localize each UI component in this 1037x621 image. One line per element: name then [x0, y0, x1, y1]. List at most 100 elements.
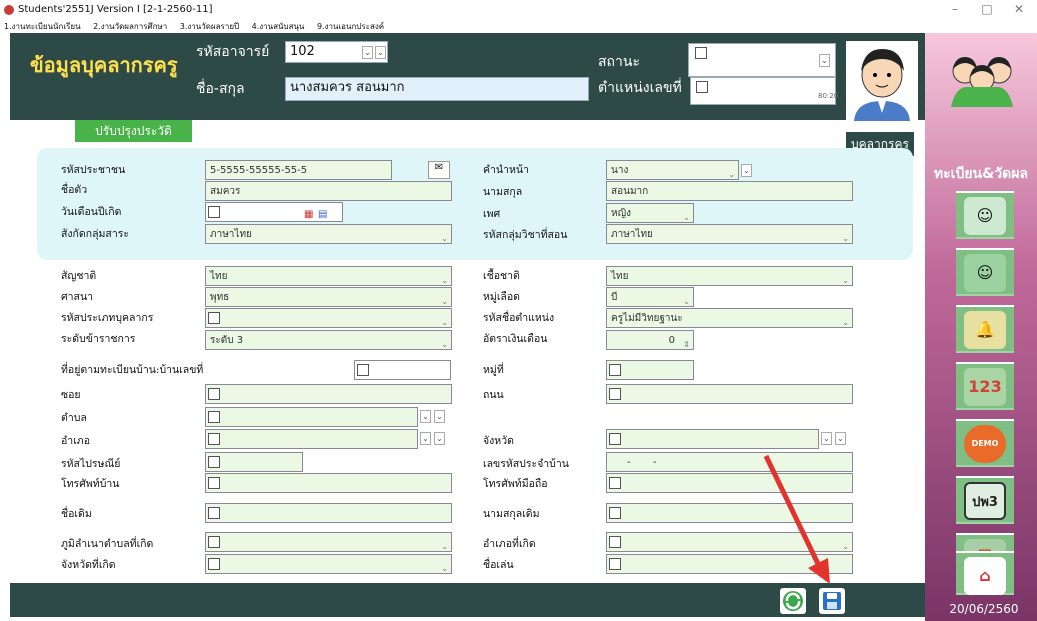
menu-item-assessment[interactable]: 2.งานวัดผลการศึกษา	[93, 22, 167, 31]
chevron-down-icon[interactable]: ⌄	[420, 410, 431, 423]
province-label: จังหวัด	[483, 435, 514, 447]
firstname-input[interactable]: สมควร	[205, 181, 452, 201]
birth-amphoe-checkbox[interactable]	[609, 536, 621, 548]
chevron-down-icon[interactable]: ⌄	[835, 432, 846, 445]
maximize-button[interactable]: □	[972, 2, 1002, 18]
moo-checkbox[interactable]	[609, 364, 621, 376]
chevron-down-icon[interactable]: ⌄	[434, 410, 445, 423]
amphoe-checkbox[interactable]	[208, 433, 220, 445]
teacher-code-value: 102	[290, 44, 315, 59]
subject-group-label: รหัสกลุ่มวิชาที่สอน	[483, 229, 568, 241]
house-number-checkbox[interactable]	[357, 364, 369, 376]
birth-province-select[interactable]: ⌄	[205, 554, 452, 574]
birth-tambon-checkbox[interactable]	[208, 536, 220, 548]
postal-checkbox[interactable]	[208, 456, 220, 468]
menu-item-misc[interactable]: 9.งานเอนกประสงค์	[317, 22, 384, 31]
calendar-icon[interactable]: ▦	[304, 205, 313, 224]
status-select[interactable]: ⌄	[688, 43, 836, 77]
spinner-icon[interactable]: ⇕	[683, 335, 690, 354]
salary-input[interactable]: 0 ⇕	[606, 330, 694, 350]
chevron-down-icon[interactable]: ⌄	[375, 46, 386, 59]
chevron-down-icon[interactable]: ⌄	[441, 335, 448, 354]
position-no-checkbox[interactable]	[696, 81, 708, 93]
chevron-down-icon[interactable]: ⌄	[434, 432, 445, 445]
sidebar-home-button[interactable]: ⌂	[956, 551, 1014, 595]
chevron-down-icon[interactable]: ⌄	[821, 432, 832, 445]
group-icon[interactable]	[947, 49, 1017, 109]
birth-tambon-select[interactable]: ⌄	[205, 532, 452, 552]
minimize-button[interactable]: –	[940, 2, 970, 18]
birth-province-checkbox[interactable]	[208, 558, 220, 570]
home-phone-input[interactable]	[205, 473, 452, 493]
province-checkbox[interactable]	[609, 433, 621, 445]
blood-select[interactable]: บี ⌄	[606, 287, 694, 307]
old-lastname-checkbox[interactable]	[609, 507, 621, 519]
mobile-checkbox[interactable]	[609, 477, 621, 489]
prefix-select[interactable]: นาง ⌄	[606, 160, 739, 180]
road-input[interactable]	[606, 384, 853, 404]
sidebar-student-button[interactable]: ☺	[956, 248, 1014, 296]
staff-type-checkbox[interactable]	[208, 312, 220, 324]
soi-input[interactable]	[205, 384, 452, 404]
race-select[interactable]: ไทย ⌄	[606, 266, 853, 286]
position-no-input[interactable]: 80:20	[690, 77, 838, 105]
chevron-down-icon[interactable]: ⌄	[362, 46, 373, 59]
close-button[interactable]: ✕	[1004, 2, 1034, 18]
date-display: 20/06/2560	[949, 602, 1019, 616]
department-select[interactable]: ภาษาไทย ⌄	[205, 224, 452, 244]
teacher-code-label: รหัสอาจารย์	[196, 44, 270, 60]
citizen-id-input[interactable]: 5-5555-55555-55-5	[205, 160, 392, 180]
menu-item-yearly-assessment[interactable]: 3.งานวัดผลรายปี	[180, 22, 239, 31]
race-value: ไทย	[611, 271, 629, 282]
chevron-down-icon[interactable]: ⌄	[842, 229, 849, 248]
menu-item-registration[interactable]: 1.งานทะเบียนนักเรียน	[4, 22, 81, 31]
chevron-down-icon[interactable]: ⌄	[819, 54, 830, 67]
update-profile-button[interactable]: ปรับปรุงประวัติ	[75, 120, 192, 142]
name-input[interactable]: นางสมควร สอนมาก	[285, 77, 589, 101]
sidebar-teacher-button[interactable]: ☺	[956, 191, 1014, 239]
nationality-select[interactable]: ไทย ⌄	[205, 266, 452, 286]
salary-value: 0	[668, 335, 675, 346]
nickname-checkbox[interactable]	[609, 558, 621, 570]
status-checkbox[interactable]	[695, 47, 707, 59]
amphoe-select[interactable]	[205, 429, 418, 449]
old-name-input[interactable]	[205, 503, 452, 523]
postal-input[interactable]	[205, 452, 303, 472]
sidebar-pw3-button[interactable]: ปพ3	[956, 476, 1014, 524]
tambon-checkbox[interactable]	[208, 411, 220, 423]
lastname-input[interactable]: สอนมาก	[606, 181, 853, 201]
position-select[interactable]: ครูไม่มีวิทยฐานะ ⌄	[606, 308, 853, 328]
level-select[interactable]: ระดับ 3 ⌄	[205, 330, 452, 350]
save-button[interactable]	[819, 588, 845, 614]
menu-item-support[interactable]: 4.งานสนับสนุน	[252, 22, 305, 31]
staff-type-select[interactable]: ⌄	[205, 308, 452, 328]
old-name-checkbox[interactable]	[208, 507, 220, 519]
postal-label: รหัสไปรษณีย์	[61, 458, 121, 470]
gender-select[interactable]: หญิง ⌄	[606, 203, 694, 223]
province-select[interactable]	[606, 429, 819, 449]
tambon-select[interactable]	[205, 407, 418, 427]
teacher-code-input[interactable]: 102 ⌄ ⌄	[285, 41, 388, 63]
id-card-icon[interactable]: ✉	[428, 161, 450, 179]
chevron-down-icon[interactable]: ⌄	[842, 313, 849, 332]
chevron-down-icon[interactable]: ⌄	[420, 432, 431, 445]
soi-checkbox[interactable]	[208, 388, 220, 400]
moo-input[interactable]	[606, 360, 694, 380]
chevron-down-icon[interactable]: ⌄	[441, 559, 448, 578]
chevron-down-icon[interactable]: ⌄	[842, 271, 849, 290]
home-phone-checkbox[interactable]	[208, 477, 220, 489]
sidebar-demo-button[interactable]: DEMO	[956, 419, 1014, 467]
sidebar-bell-button[interactable]: 🔔	[956, 305, 1014, 353]
birthdate-input[interactable]: ▦ ▤	[205, 202, 343, 222]
chevron-down-icon[interactable]: ⌄	[741, 164, 752, 177]
picture-icon[interactable]: ▤	[318, 205, 327, 224]
house-number-input[interactable]	[354, 360, 451, 380]
road-checkbox[interactable]	[609, 388, 621, 400]
refresh-button[interactable]	[780, 588, 806, 614]
religion-select[interactable]: พุทธ ⌄	[205, 287, 452, 307]
sidebar-123-button[interactable]: 123	[956, 362, 1014, 410]
subject-group-select[interactable]: ภาษาไทย ⌄	[606, 224, 853, 244]
birthdate-checkbox[interactable]	[208, 206, 220, 218]
chevron-down-icon[interactable]: ⌄	[441, 229, 448, 248]
birth-province-label: จังหวัดที่เกิด	[61, 559, 116, 571]
